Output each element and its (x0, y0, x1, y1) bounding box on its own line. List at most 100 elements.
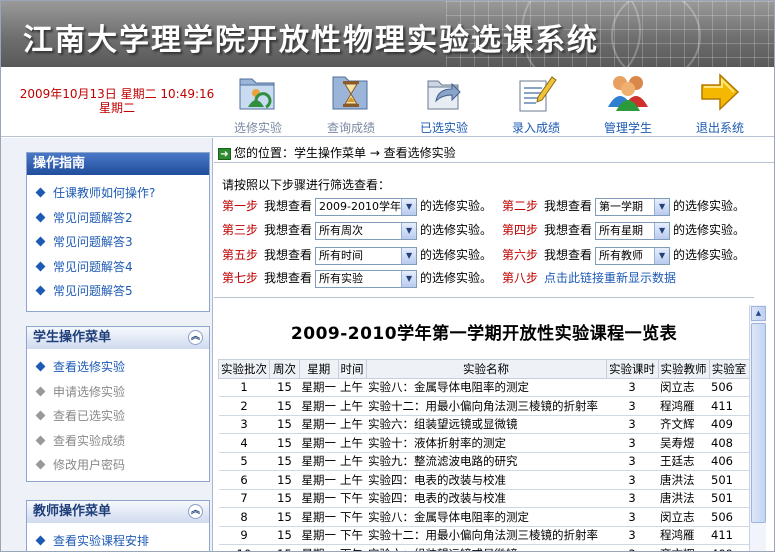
table-cell: 实验十二：用最小偏向角法测三棱镜的折射率 (366, 396, 606, 416)
guide-item[interactable]: 常见问题解答5 (35, 279, 209, 304)
table-cell: 实验八：金属导体电阻率的测定 (366, 378, 606, 397)
step-label: 第一步 (222, 199, 259, 213)
step-suffix-text: 的选修实验。 (420, 271, 493, 285)
table-cell: 星期一 (299, 470, 338, 490)
step-label: 第七步 (222, 271, 259, 285)
guide-item[interactable]: 常见问题解答3 (35, 230, 209, 255)
table-row: 2 15 星期一 上午 实验十二：用最小偏向角法测三棱镜的折射率 3 程鸿雁 411 (218, 396, 749, 416)
experiment-table: 实验批次 周次 星期 时间 实验名称 实验课时 实验教师 实验室 1 15 星期一上… (218, 359, 750, 551)
week-select[interactable]: 所有周次 ▼ (315, 221, 418, 240)
diamond-bullet-icon (35, 386, 46, 396)
datetime-display: 2009年10月13日 星期二 10:49:16 星期二 (11, 87, 223, 115)
table-cell: 3 (606, 544, 658, 551)
toolbar-selected-experiment-button[interactable]: 已选实验 (404, 71, 484, 135)
table-cell: 上午 (338, 415, 366, 434)
table-cell: 15 (269, 452, 300, 471)
table-cell: 506 (709, 507, 749, 527)
filter-step-2: 第二步 我想查看 第一学期 ▼ 的选修实验。 (502, 196, 745, 216)
student-menu-item-password[interactable]: 修改用户密码 (35, 453, 209, 478)
table-cell: 411 (709, 526, 749, 545)
table-cell: 15 (269, 470, 300, 490)
guide-item[interactable]: 常见问题解答2 (35, 206, 209, 231)
chevron-down-icon: ▼ (654, 198, 670, 215)
divider (214, 297, 754, 298)
table-cell: 程鸿雁 (658, 396, 709, 416)
student-menu-title: 学生操作菜单 (33, 330, 112, 345)
table-cell: 下午 (338, 489, 366, 508)
table-row: 9 15 星期一 下午 实验十二：用最小偏向角法测三棱镜的折射率 3 程鸿雁 411 (218, 526, 749, 545)
year-select[interactable]: 2009-2010学年 ▼ (315, 197, 418, 216)
chevron-down-icon: ▼ (401, 270, 417, 287)
table-cell: 唐洪法 (658, 470, 709, 490)
experiment-select[interactable]: 所有实验 ▼ (315, 269, 418, 288)
toolbar-select-experiment-button[interactable]: 选修实验 (218, 71, 298, 135)
step-want-text: 我想查看 (264, 271, 313, 285)
table-cell: 星期一 (299, 526, 338, 545)
table-cell: 8 (218, 507, 270, 527)
table-cell: 上午 (338, 452, 366, 471)
divider (214, 162, 774, 163)
step-label: 第八步 (502, 271, 539, 285)
student-menu-header[interactable]: 学生操作菜单 ︽ (27, 327, 209, 349)
toolbar-query-score-button[interactable]: 查询成绩 (311, 71, 391, 135)
scrollbar-thumb[interactable] (751, 323, 766, 523)
table-cell: 实验六：组装望远镜或显微镜 (366, 415, 606, 434)
filter-step-7: 第七步 我想查看 所有实验 ▼ 的选修实验。 (222, 268, 492, 288)
step-suffix-text: 的选修实验。 (673, 248, 746, 262)
filter-step-6: 第六步 我想查看 所有教师 ▼ 的选修实验。 (502, 245, 745, 265)
diamond-bullet-icon (35, 285, 46, 296)
step-label: 第三步 (222, 223, 259, 237)
diamond-bullet-icon (35, 361, 46, 372)
table-cell: 501 (709, 470, 749, 490)
guide-item[interactable]: 常见问题解答4 (35, 255, 209, 280)
table-cell: 星期一 (299, 452, 338, 471)
step-want-text: 我想查看 (264, 248, 313, 262)
table-row: 7 15 星期一 下午 实验四：电表的改装与校准 3 唐洪法 501 (218, 489, 749, 508)
table-cell: 15 (269, 378, 300, 397)
step-suffix-text: 的选修实验。 (420, 248, 493, 262)
scroll-up-icon[interactable]: ▲ (751, 306, 766, 321)
step-want-text: 我想查看 (264, 223, 313, 237)
step-suffix-text: 的选修实验。 (673, 199, 746, 213)
toolbar-label: 管理学生 (603, 121, 652, 135)
table-cell: 3 (606, 378, 658, 397)
student-menu-item-scores[interactable]: 查看实验成绩 (35, 429, 209, 454)
guide-item[interactable]: 任课教师如何操作? (35, 181, 209, 206)
vertical-scrollbar[interactable]: ▲ (749, 305, 766, 551)
chevron-down-icon: ▼ (401, 247, 417, 264)
filter-step-5: 第五步 我想查看 所有时间 ▼ 的选修实验。 (222, 245, 492, 265)
toolbar-label: 查询成绩 (326, 121, 375, 135)
step-label: 第五步 (222, 248, 259, 262)
table-cell: 吴寿煜 (658, 433, 709, 453)
step-label: 第二步 (502, 199, 539, 213)
time-select[interactable]: 所有时间 ▼ (315, 246, 418, 265)
collapse-icon[interactable]: ︽ (188, 504, 203, 519)
teacher-menu-header[interactable]: 教师操作菜单 ︽ (27, 501, 209, 523)
table-cell: 3 (606, 415, 658, 434)
teacher-select[interactable]: 所有教师 ▼ (595, 246, 671, 265)
filter-step-4: 第四步 我想查看 所有星期 ▼ 的选修实验。 (502, 220, 745, 240)
toolbar-manage-students-button[interactable]: 管理学生 (588, 71, 668, 135)
diamond-bullet-icon (35, 187, 46, 198)
student-menu-item-apply[interactable]: 申请选修实验 (35, 380, 209, 405)
step-label: 第四步 (502, 223, 539, 237)
toolbar-enter-score-button[interactable]: 录入成绩 (496, 71, 576, 135)
table-cell: 星期一 (299, 489, 338, 508)
student-menu-item-selected[interactable]: 查看已选实验 (35, 404, 209, 429)
collapse-icon[interactable]: ︽ (188, 330, 203, 345)
semester-select[interactable]: 第一学期 ▼ (595, 197, 671, 216)
student-menu-item-view-experiments[interactable]: 查看选修实验 (35, 355, 209, 380)
table-cell: 星期一 (299, 507, 338, 527)
table-cell: 实验八：金属导体电阻率的测定 (366, 507, 606, 527)
diamond-bullet-icon (35, 212, 46, 222)
datetime-line: 2009年10月13日 星期二 10:49:16 (19, 87, 215, 101)
teacher-menu-item-schedule[interactable]: 查看实验课程安排 (35, 529, 209, 551)
refresh-data-link[interactable]: 点击此链接重新显示数据 (544, 271, 676, 285)
toolbar-exit-button[interactable]: 退出系统 (680, 71, 760, 135)
table-cell: 2 (218, 396, 270, 416)
table-cell: 上午 (338, 433, 366, 453)
column-header: 周次 (269, 359, 300, 379)
chevron-down-icon: ▼ (401, 222, 417, 239)
table-cell: 闵立志 (658, 507, 709, 527)
weekday-select[interactable]: 所有星期 ▼ (595, 221, 671, 240)
